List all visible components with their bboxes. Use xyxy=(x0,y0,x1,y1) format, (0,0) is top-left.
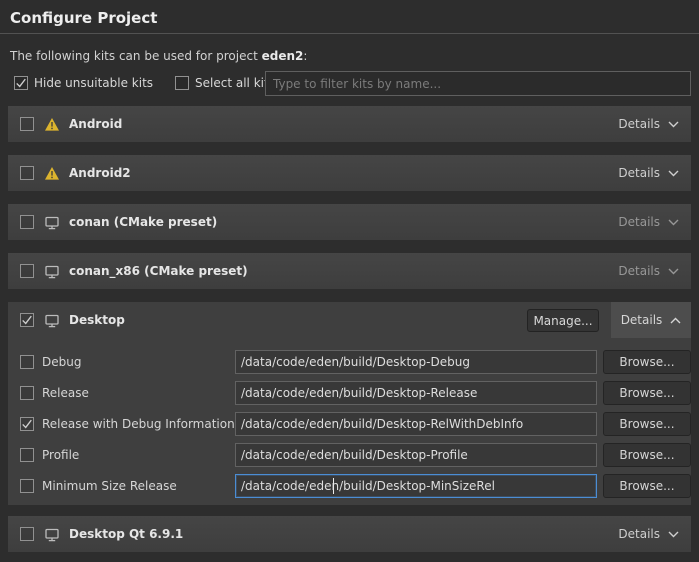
kits-hint-prefix: The following kits can be used for proje… xyxy=(10,49,262,63)
build-dir-input-profile[interactable] xyxy=(235,443,597,467)
details-label: Details xyxy=(618,166,660,180)
browse-button-profile[interactable]: Browse... xyxy=(603,443,691,467)
hide-unsuitable-kits-option[interactable]: Hide unsuitable kits xyxy=(14,76,153,90)
kit-checkbox-android2[interactable] xyxy=(20,166,34,180)
kit-checkbox-android[interactable] xyxy=(20,117,34,131)
build-config-row-relwithdebinfo: Release with Debug Information Browse... xyxy=(8,412,691,436)
check-icon xyxy=(21,418,33,430)
details-toggle-conan-x86[interactable]: Details xyxy=(616,264,681,278)
build-dir-input-minsizerel[interactable] xyxy=(235,474,597,498)
build-dir-input-relwithdebinfo[interactable] xyxy=(235,412,597,436)
kit-row-desktop-qt: Desktop Qt 6.9.1 Details xyxy=(8,516,691,552)
build-config-label: Release with Debug Information xyxy=(42,417,235,431)
check-icon xyxy=(21,314,33,326)
build-config-row-profile: Profile Browse... xyxy=(8,443,691,467)
warning-icon xyxy=(44,166,60,181)
browse-button-debug[interactable]: Browse... xyxy=(603,350,691,374)
details-toggle-desktop[interactable]: Details xyxy=(611,302,691,338)
build-config-checkbox-profile[interactable] xyxy=(20,448,34,462)
text-caret xyxy=(333,478,334,494)
desktop-icon xyxy=(44,215,60,230)
build-config-label: Debug xyxy=(42,355,81,369)
page-title: Configure Project xyxy=(10,9,157,27)
chevron-up-icon xyxy=(670,317,681,324)
kit-row-desktop: Desktop Manage... Details xyxy=(8,302,691,338)
browse-button-release[interactable]: Browse... xyxy=(603,381,691,405)
build-config-checkbox-debug[interactable] xyxy=(20,355,34,369)
kit-name: conan_x86 (CMake preset) xyxy=(69,264,248,278)
kit-name: Android xyxy=(69,117,122,131)
kit-checkbox-desktop-qt[interactable] xyxy=(20,527,34,541)
chevron-down-icon xyxy=(668,121,679,128)
build-config-label: Profile xyxy=(42,448,79,462)
details-label: Details xyxy=(618,215,660,229)
desktop-icon xyxy=(44,264,60,279)
details-toggle-android[interactable]: Details xyxy=(616,117,681,131)
build-config-label: Minimum Size Release xyxy=(42,479,177,493)
kit-row-android2: Android2 Details xyxy=(8,155,691,191)
kits-hint-text: The following kits can be used for proje… xyxy=(10,49,307,63)
title-separator xyxy=(0,33,699,34)
details-label: Details xyxy=(618,264,660,278)
project-name: eden2 xyxy=(262,49,304,63)
details-label: Details xyxy=(618,117,660,131)
build-config-row-release: Release Browse... xyxy=(8,381,691,405)
build-config-checkbox-relwithdebinfo[interactable] xyxy=(20,417,34,431)
kit-row-conan-x86: conan_x86 (CMake preset) Details xyxy=(8,253,691,289)
build-dir-input-release[interactable] xyxy=(235,381,597,405)
select-all-kits-checkbox[interactable] xyxy=(175,76,189,90)
desktop-icon xyxy=(44,527,60,542)
kit-card-desktop: Desktop Manage... Details Debug Browse..… xyxy=(8,302,691,505)
hide-unsuitable-kits-checkbox[interactable] xyxy=(14,76,28,90)
desktop-icon xyxy=(44,313,60,328)
details-toggle-desktop-qt[interactable]: Details xyxy=(616,527,681,541)
kit-name: conan (CMake preset) xyxy=(69,215,217,229)
kit-row-conan: conan (CMake preset) Details xyxy=(8,204,691,240)
chevron-down-icon xyxy=(668,268,679,275)
browse-button-relwithdebinfo[interactable]: Browse... xyxy=(603,412,691,436)
chevron-down-icon xyxy=(668,219,679,226)
kit-name: Android2 xyxy=(69,166,131,180)
kit-checkbox-desktop[interactable] xyxy=(20,313,34,327)
details-label: Details xyxy=(618,527,660,541)
build-config-row-debug: Debug Browse... xyxy=(8,350,691,374)
details-toggle-conan[interactable]: Details xyxy=(616,215,681,229)
kit-filter-controls: Hide unsuitable kits Select all kits xyxy=(14,76,275,90)
select-all-kits-option[interactable]: Select all kits xyxy=(175,76,275,90)
browse-button-minsizerel[interactable]: Browse... xyxy=(603,474,691,498)
kit-name: Desktop xyxy=(69,313,125,327)
details-toggle-android2[interactable]: Details xyxy=(616,166,681,180)
build-config-checkbox-minsizerel[interactable] xyxy=(20,479,34,493)
kit-name: Desktop Qt 6.9.1 xyxy=(69,527,183,541)
kit-checkbox-conan-x86[interactable] xyxy=(20,264,34,278)
select-all-kits-label: Select all kits xyxy=(195,76,275,90)
build-config-checkbox-release[interactable] xyxy=(20,386,34,400)
build-config-row-minsizerel: Minimum Size Release Browse... xyxy=(8,474,691,498)
check-icon xyxy=(15,77,27,89)
hide-unsuitable-kits-label: Hide unsuitable kits xyxy=(34,76,153,90)
chevron-down-icon xyxy=(668,170,679,177)
details-label: Details xyxy=(621,313,663,327)
kit-checkbox-conan[interactable] xyxy=(20,215,34,229)
build-config-label: Release xyxy=(42,386,89,400)
build-dir-input-debug[interactable] xyxy=(235,350,597,374)
kit-row-android: Android Details xyxy=(8,106,691,142)
kit-filter-input[interactable] xyxy=(265,71,691,96)
warning-icon xyxy=(44,117,60,132)
manage-kits-button[interactable]: Manage... xyxy=(527,309,599,332)
chevron-down-icon xyxy=(668,531,679,538)
kits-hint-suffix: : xyxy=(303,49,307,63)
